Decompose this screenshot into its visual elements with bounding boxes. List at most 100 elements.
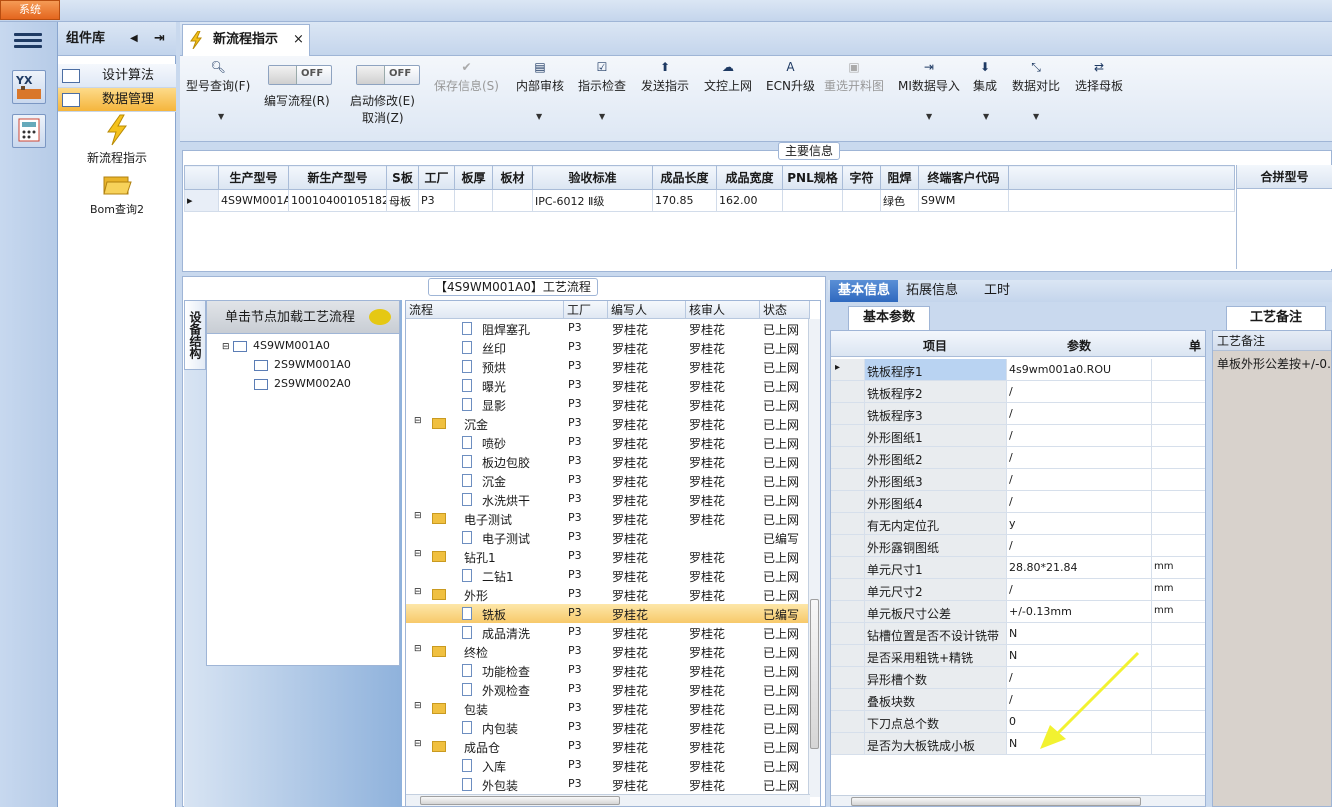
param-row[interactable]: 钻槽位置是否不设计铣带 N bbox=[831, 623, 1205, 645]
table-cell[interactable]: 母板 bbox=[386, 189, 419, 212]
chevron-down-icon[interactable]: ▼ bbox=[599, 112, 605, 121]
param-value[interactable]: 0 bbox=[1009, 715, 1016, 728]
column-header[interactable]: 终端客户代码 bbox=[918, 165, 1009, 190]
collapse-left-icon[interactable]: ◀ bbox=[130, 22, 138, 56]
param-value[interactable]: / bbox=[1009, 385, 1013, 398]
flow-row[interactable]: 水洗烘干 P3 罗桂花 罗桂花 已上网 bbox=[406, 490, 810, 509]
flow-row[interactable]: ⊟ 外形 P3 罗桂花 罗桂花 已上网 bbox=[406, 585, 810, 604]
collapse-icon[interactable]: ⊟ bbox=[414, 549, 422, 559]
pin-icon[interactable]: ⇥ bbox=[154, 22, 165, 56]
param-value[interactable]: +/-0.13mm bbox=[1009, 605, 1072, 618]
table-cell[interactable] bbox=[782, 189, 843, 212]
factory-app-icon[interactable]: YX bbox=[12, 70, 46, 104]
flow-row[interactable]: 铣板 P3 罗桂花 已编写 bbox=[406, 604, 810, 623]
table-row[interactable]: ▸ 4S9WM001A0 10010400105182 母板 P3 IPC-60… bbox=[184, 189, 1235, 212]
flow-row[interactable]: 内包装 P3 罗桂花 罗桂花 已上网 bbox=[406, 718, 810, 737]
param-row[interactable]: 单元尺寸2 / mm bbox=[831, 579, 1205, 601]
column-header[interactable]: 单 bbox=[1189, 337, 1201, 354]
flow-row[interactable]: 板边包胶 P3 罗桂花 罗桂花 已上网 bbox=[406, 452, 810, 471]
chevron-down-icon[interactable]: ▼ bbox=[218, 112, 224, 121]
flow-row[interactable]: ⊟ 成品仓 P3 罗桂花 罗桂花 已上网 bbox=[406, 737, 810, 756]
param-row[interactable]: 外形露铜图纸 / bbox=[831, 535, 1205, 557]
column-header[interactable]: 成品宽度 bbox=[716, 165, 783, 190]
param-row[interactable]: ▸ 铣板程序1 4s9wm001a0.ROU bbox=[831, 359, 1205, 381]
column-header[interactable]: 状态 bbox=[760, 301, 810, 319]
horizontal-scrollbar[interactable] bbox=[406, 794, 810, 806]
ecn-upgrade-button[interactable]: A ECN升级 bbox=[766, 60, 815, 94]
collapse-icon[interactable]: ⊟ bbox=[414, 644, 422, 654]
flow-row[interactable]: 成品清洗 P3 罗桂花 罗桂花 已上网 bbox=[406, 623, 810, 642]
collapse-icon[interactable]: ⊟ bbox=[414, 587, 422, 597]
param-row[interactable]: 铣板程序3 / bbox=[831, 403, 1205, 425]
flow-row[interactable]: 电子测试 P3 罗桂花 已编写 bbox=[406, 528, 810, 547]
note-text[interactable]: 单板外形公差按+/-0. bbox=[1213, 351, 1331, 376]
param-row[interactable]: 铣板程序2 / bbox=[831, 381, 1205, 403]
flow-row[interactable]: 二钻1 P3 罗桂花 罗桂花 已上网 bbox=[406, 566, 810, 585]
table-cell[interactable]: 绿色 bbox=[880, 189, 919, 212]
new-flow-shortcut[interactable]: 新流程指示 bbox=[58, 114, 176, 166]
collapse-icon[interactable]: ⊟ bbox=[414, 739, 422, 749]
flow-row[interactable]: 显影 P3 罗桂花 罗桂花 已上网 bbox=[406, 395, 810, 414]
column-header[interactable]: 编写人 bbox=[608, 301, 686, 319]
column-header[interactable]: 工厂 bbox=[418, 165, 455, 190]
table-cell[interactable] bbox=[842, 189, 881, 212]
param-value[interactable]: / bbox=[1009, 583, 1013, 596]
select-master-button[interactable]: ⇄ 选择母板 bbox=[1075, 60, 1123, 94]
component-item-design-algorithm[interactable]: 设计算法 bbox=[58, 64, 176, 88]
param-row[interactable]: 单元尺寸1 28.80*21.84 mm bbox=[831, 557, 1205, 579]
collapse-icon[interactable]: ⊟ bbox=[414, 416, 422, 426]
flow-row[interactable]: 入库 P3 罗桂花 罗桂花 已上网 bbox=[406, 756, 810, 775]
table-cell[interactable]: 4S9WM001A0 bbox=[218, 189, 289, 212]
table-cell[interactable]: S9WM bbox=[918, 189, 1009, 212]
cancel-button[interactable]: 取消(Z) bbox=[362, 109, 404, 126]
internal-review-button[interactable]: ▤ 内部审核 bbox=[516, 60, 564, 94]
flow-row[interactable]: 功能检查 P3 罗桂花 罗桂花 已上网 bbox=[406, 661, 810, 680]
table-cell[interactable] bbox=[492, 189, 533, 212]
flow-row[interactable]: 阻焊塞孔 P3 罗桂花 罗桂花 已上网 bbox=[406, 319, 810, 338]
tab-work-hours[interactable]: 工时 bbox=[976, 280, 1018, 302]
tree-node-root[interactable]: ⊟ 4S9WM001A0 bbox=[222, 337, 330, 355]
column-header[interactable]: 参数 bbox=[1067, 337, 1091, 354]
param-value[interactable]: / bbox=[1009, 495, 1013, 508]
tab-basic-params[interactable]: 基本参数 bbox=[848, 306, 930, 330]
param-row[interactable]: 外形图纸4 / bbox=[831, 491, 1205, 513]
menu-icon[interactable] bbox=[14, 30, 42, 52]
param-value[interactable]: / bbox=[1009, 451, 1013, 464]
column-header[interactable]: 验收标准 bbox=[532, 165, 653, 190]
flow-row[interactable]: 喷砂 P3 罗桂花 罗桂花 已上网 bbox=[406, 433, 810, 452]
instruction-check-button[interactable]: ☑ 指示检查 bbox=[578, 60, 626, 94]
calculator-app-icon[interactable] bbox=[12, 114, 46, 148]
param-value[interactable]: N bbox=[1009, 737, 1017, 750]
chevron-down-icon[interactable]: ▼ bbox=[926, 112, 932, 121]
doc-upload-button[interactable]: ☁ 文控上网 bbox=[704, 60, 752, 94]
tab-process-note[interactable]: 工艺备注 bbox=[1226, 306, 1326, 330]
column-header[interactable]: 工厂 bbox=[564, 301, 608, 319]
column-header[interactable]: 阻焊 bbox=[880, 165, 919, 190]
flow-row[interactable]: ⊟ 电子测试 P3 罗桂花 罗桂花 已上网 bbox=[406, 509, 810, 528]
param-value[interactable]: / bbox=[1009, 407, 1013, 420]
close-icon[interactable]: × bbox=[293, 25, 304, 55]
column-header[interactable]: 成品长度 bbox=[652, 165, 717, 190]
component-item-data-management[interactable]: 数据管理 bbox=[58, 88, 176, 112]
save-info-button[interactable]: ✔ 保存信息(S) bbox=[434, 60, 499, 94]
column-header[interactable]: 新生产型号 bbox=[288, 165, 387, 190]
param-value[interactable]: / bbox=[1009, 429, 1013, 442]
param-row[interactable]: 外形图纸1 / bbox=[831, 425, 1205, 447]
flow-row[interactable]: ⊟ 包装 P3 罗桂花 罗桂花 已上网 bbox=[406, 699, 810, 718]
table-cell[interactable]: P3 bbox=[418, 189, 455, 212]
param-value[interactable]: y bbox=[1009, 517, 1016, 530]
data-compare-button[interactable]: ⤡ 数据对比 bbox=[1012, 60, 1060, 94]
table-cell[interactable] bbox=[454, 189, 493, 212]
column-header[interactable]: 板厚 bbox=[454, 165, 493, 190]
param-row[interactable]: 有无内定位孔 y bbox=[831, 513, 1205, 535]
start-modify-toggle[interactable]: OFF bbox=[356, 65, 420, 85]
param-value[interactable]: / bbox=[1009, 473, 1013, 486]
param-value[interactable]: 4s9wm001a0.ROU bbox=[1009, 363, 1111, 376]
column-header[interactable]: 核审人 bbox=[686, 301, 760, 319]
flow-row[interactable]: ⊟ 沉金 P3 罗桂花 罗桂花 已上网 bbox=[406, 414, 810, 433]
param-value[interactable]: / bbox=[1009, 693, 1013, 706]
table-cell[interactable]: 162.00 bbox=[716, 189, 783, 212]
flow-row[interactable]: 预烘 P3 罗桂花 罗桂花 已上网 bbox=[406, 357, 810, 376]
column-header[interactable]: 项目 bbox=[923, 337, 947, 354]
tab-new-flow[interactable]: 新流程指示 × bbox=[182, 24, 310, 56]
